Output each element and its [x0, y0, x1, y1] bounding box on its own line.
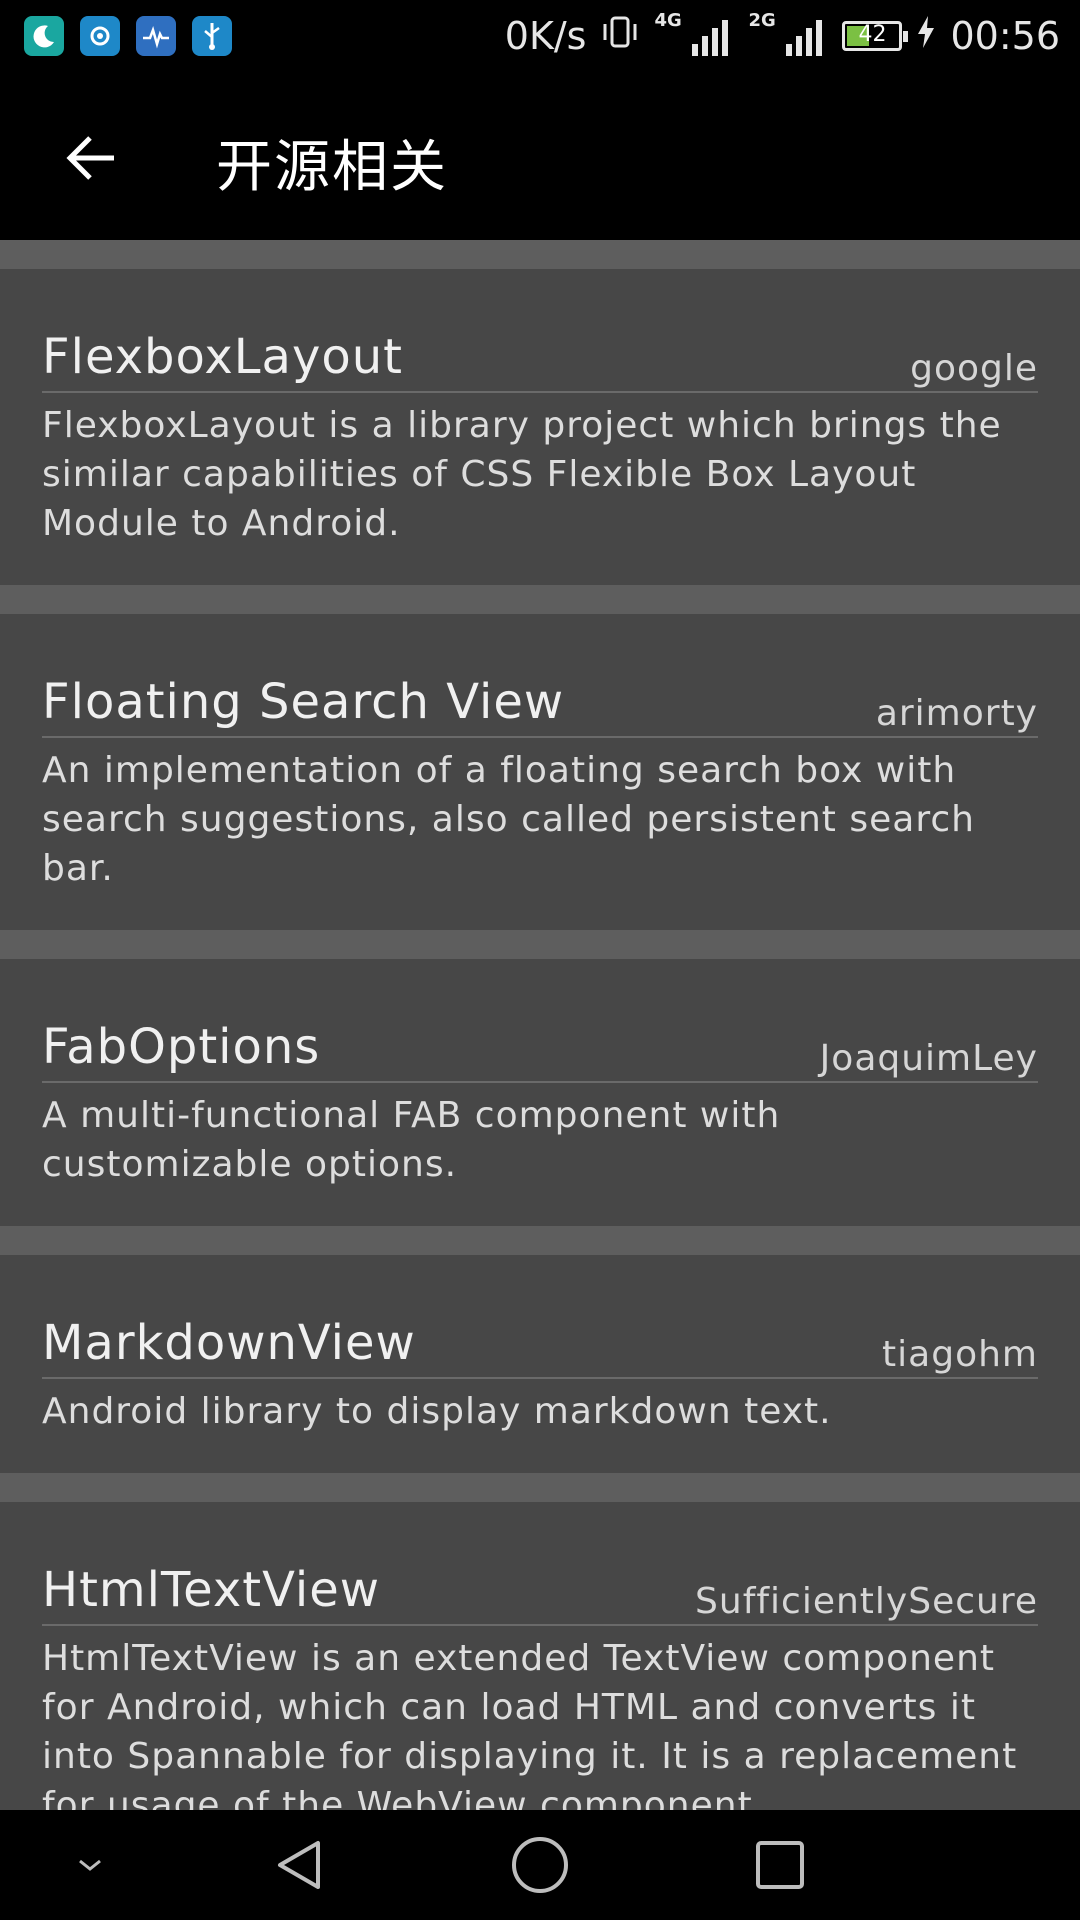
signal-2g-label: 2G	[748, 10, 776, 31]
moon-app-icon	[24, 16, 64, 56]
signal-4g: 4G	[654, 10, 734, 56]
library-author: google	[910, 348, 1038, 389]
arrow-left-icon[interactable]	[56, 122, 128, 194]
library-name: FlexboxLayout	[42, 329, 403, 385]
list-item[interactable]: HtmlTextView SufficientlySecure HtmlText…	[0, 1502, 1080, 1810]
library-description: Android library to display markdown text…	[42, 1391, 832, 1432]
back-triangle-icon[interactable]	[240, 1810, 360, 1920]
library-author: SufficientlySecure	[695, 1581, 1038, 1622]
usb-icon	[192, 16, 232, 56]
sync-app-icon	[80, 16, 120, 56]
app-bar: 开源相关	[0, 72, 1080, 240]
chevron-down-icon[interactable]	[30, 1810, 150, 1920]
list-item[interactable]: FlexboxLayout google FlexboxLayout is a …	[0, 269, 1080, 585]
signal-2g: 2G	[748, 10, 828, 56]
charging-icon	[916, 14, 936, 59]
network-speed: 0K/s	[504, 14, 587, 58]
library-description: An implementation of a floating search b…	[42, 750, 975, 889]
library-author: tiagohm	[882, 1334, 1038, 1375]
library-author: arimorty	[875, 693, 1038, 734]
list-item[interactable]: MarkdownView tiagohm Android library to …	[0, 1255, 1080, 1473]
vibrate-icon	[600, 12, 640, 61]
library-name: FabOptions	[42, 1019, 321, 1075]
clock: 00:56	[950, 14, 1060, 58]
list-item[interactable]: FabOptions JoaquimLey A multi-functional…	[0, 959, 1080, 1226]
status-bar: 0K/s 4G 2G 42 00:56	[0, 0, 1080, 72]
library-name: MarkdownView	[42, 1315, 416, 1371]
navigation-bar	[0, 1810, 1080, 1920]
library-name: HtmlTextView	[42, 1562, 380, 1618]
library-description: A multi-functional FAB component with cu…	[42, 1095, 781, 1185]
library-name: Floating Search View	[42, 674, 565, 730]
notification-icons	[24, 16, 232, 56]
list-item[interactable]: Floating Search View arimorty An impleme…	[0, 614, 1080, 930]
battery-level: 42	[858, 22, 887, 47]
page-title: 开源相关	[216, 135, 448, 200]
home-circle-icon[interactable]	[480, 1810, 600, 1920]
health-app-icon	[136, 16, 176, 56]
library-description: FlexboxLayout is a library project which…	[42, 405, 1002, 544]
library-list: FlexboxLayout google FlexboxLayout is a …	[0, 240, 1080, 1810]
library-description: HtmlTextView is an extended TextView com…	[42, 1638, 1018, 1810]
recents-square-icon[interactable]	[720, 1810, 840, 1920]
battery-icon: 42	[842, 21, 909, 51]
signal-4g-label: 4G	[654, 10, 682, 31]
library-author: JoaquimLey	[819, 1038, 1038, 1079]
